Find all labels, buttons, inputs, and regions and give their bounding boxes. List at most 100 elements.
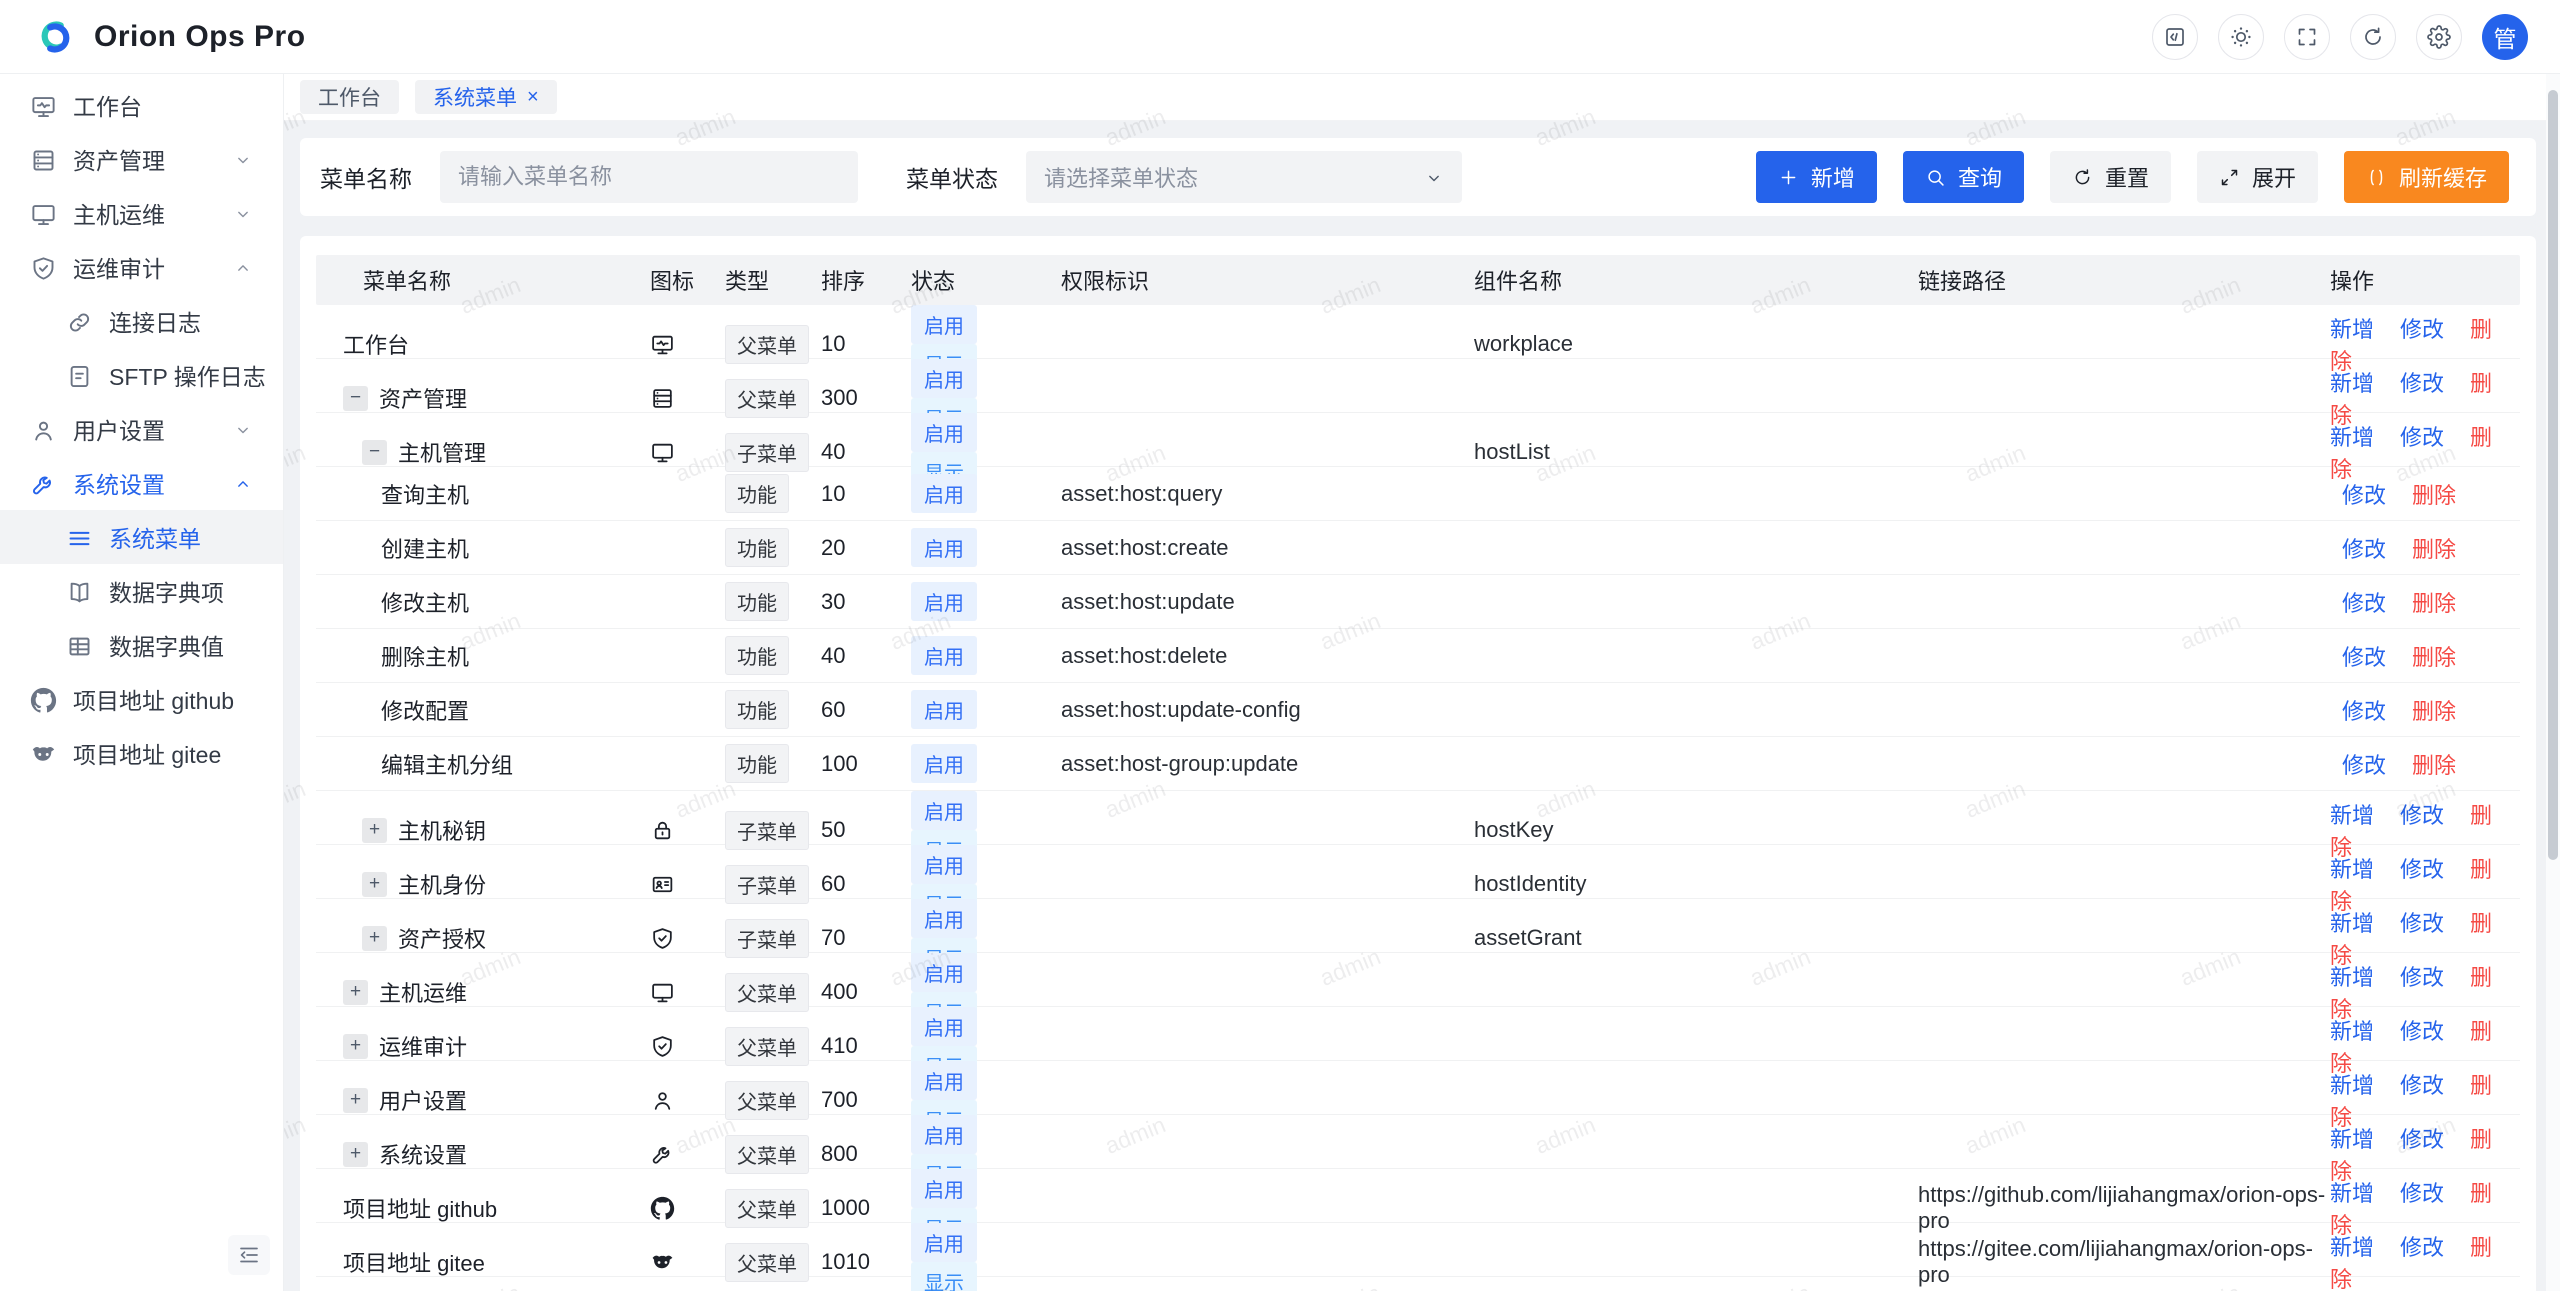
sidebar-item[interactable]: SFTP 操作日志 <box>0 348 283 402</box>
expand-row-toggle[interactable]: + <box>362 818 387 843</box>
query-button[interactable]: 查询 <box>1903 151 2024 203</box>
edit-link[interactable]: 修改 <box>2342 591 2386 616</box>
menu-name-input[interactable] <box>440 151 858 203</box>
expand-row-toggle[interactable]: + <box>343 1142 368 1167</box>
status-badge: 启用 <box>911 744 977 783</box>
edit-link[interactable]: 修改 <box>2400 425 2444 450</box>
delete-link[interactable]: 删除 <box>2412 483 2456 508</box>
expand-row-toggle[interactable]: + <box>362 872 387 897</box>
refresh-page-button[interactable] <box>2350 14 2396 60</box>
type-tag: 父菜单 <box>725 1135 809 1174</box>
reload-icon <box>2361 25 2385 49</box>
status-badge: 启用 <box>911 690 977 729</box>
edit-link[interactable]: 修改 <box>2342 699 2386 724</box>
add-link[interactable]: 新增 <box>2330 1019 2374 1044</box>
type-tag: 父菜单 <box>725 379 809 418</box>
fullscreen-button[interactable] <box>2284 14 2330 60</box>
add-link[interactable]: 新增 <box>2330 425 2374 450</box>
edit-link[interactable]: 修改 <box>2342 645 2386 670</box>
edit-link[interactable]: 修改 <box>2400 1127 2444 1152</box>
table-row: 工作台父菜单10启用显示workplace新增修改删除 <box>316 305 2520 359</box>
edit-link[interactable]: 修改 <box>2400 965 2444 990</box>
collapse-sidebar-button[interactable] <box>228 1235 270 1275</box>
refresh-cache-button[interactable]: 刷新缓存 <box>2344 151 2509 203</box>
add-link[interactable]: 新增 <box>2330 1181 2374 1206</box>
sidebar-item[interactable]: 系统设置 <box>0 456 283 510</box>
edit-link[interactable]: 修改 <box>2400 371 2444 396</box>
sidebar-item[interactable]: 主机运维 <box>0 186 283 240</box>
sidebar-item[interactable]: 连接日志 <box>0 294 283 348</box>
user-avatar[interactable]: 管 <box>2482 14 2528 60</box>
scrollbar-thumb[interactable] <box>2548 90 2558 860</box>
edit-link[interactable]: 修改 <box>2400 803 2444 828</box>
menu-name-cell: −资产管理 <box>316 382 650 414</box>
add-link[interactable]: 新增 <box>2330 317 2374 342</box>
add-link[interactable]: 新增 <box>2330 1235 2374 1260</box>
edit-link[interactable]: 修改 <box>2342 483 2386 508</box>
edit-link[interactable]: 修改 <box>2400 1181 2444 1206</box>
delete-link[interactable]: 删除 <box>2412 591 2456 616</box>
reset-button[interactable]: 重置 <box>2050 151 2171 203</box>
collapse-row-toggle[interactable]: − <box>343 386 368 411</box>
close-icon[interactable]: × <box>527 87 539 107</box>
sidebar-item[interactable]: 项目地址 github <box>0 672 283 726</box>
sidebar-item[interactable]: 项目地址 gitee <box>0 726 283 780</box>
theme-toggle-button[interactable] <box>2218 14 2264 60</box>
menu-status-placeholder: 请选择菜单状态 <box>1044 161 1198 193</box>
main-content: 工作台系统菜单× 菜单名称 菜单状态 请选择菜单状态 新增查询重置展开刷新缓存 … <box>284 74 2560 1291</box>
edit-link[interactable]: 修改 <box>2342 753 2386 778</box>
tab-active[interactable]: 系统菜单× <box>415 80 557 114</box>
add-link[interactable]: 新增 <box>2330 371 2374 396</box>
sidebar-item[interactable]: 系统菜单 <box>0 510 283 564</box>
sidebar-item-icon <box>30 254 57 281</box>
delete-link[interactable]: 删除 <box>2412 537 2456 562</box>
menu-name-label: 菜单名称 <box>320 160 412 194</box>
sidebar-item[interactable]: 用户设置 <box>0 402 283 456</box>
edit-link[interactable]: 修改 <box>2400 1235 2444 1260</box>
add-link[interactable]: 新增 <box>2330 857 2374 882</box>
shield-check-icon <box>650 926 675 951</box>
expand-row-toggle[interactable]: + <box>343 1034 368 1059</box>
delete-link[interactable]: 删除 <box>2412 753 2456 778</box>
sidebar-item[interactable]: 工作台 <box>0 78 283 132</box>
menu-type-cell: 父菜单 <box>725 1243 821 1282</box>
scrollbar[interactable] <box>2546 74 2560 1291</box>
edit-link[interactable]: 修改 <box>2342 537 2386 562</box>
sidebar-item[interactable]: 运维审计 <box>0 240 283 294</box>
tab-item[interactable]: 工作台 <box>300 80 399 114</box>
table-row: +系统设置父菜单800启用显示新增修改删除 <box>316 1115 2520 1169</box>
delete-link[interactable]: 删除 <box>2412 699 2456 724</box>
sidebar-item[interactable]: 数据字典项 <box>0 564 283 618</box>
edit-link[interactable]: 修改 <box>2400 911 2444 936</box>
edit-link[interactable]: 修改 <box>2400 1073 2444 1098</box>
operations-cell: 新增修改删除 <box>2330 1230 2520 1291</box>
expand-row-toggle[interactable]: + <box>362 926 387 951</box>
expand-row-toggle[interactable]: + <box>343 980 368 1005</box>
type-tag: 父菜单 <box>725 1027 809 1066</box>
expand-row-toggle[interactable]: + <box>343 1088 368 1113</box>
expand-button[interactable]: 展开 <box>2197 151 2318 203</box>
delete-link[interactable]: 删除 <box>2412 645 2456 670</box>
sidebar-item[interactable]: 数据字典值 <box>0 618 283 672</box>
sidebar-item[interactable]: 资产管理 <box>0 132 283 186</box>
add-link[interactable]: 新增 <box>2330 1073 2374 1098</box>
add-link[interactable]: 新增 <box>2330 965 2374 990</box>
add-link[interactable]: 新增 <box>2330 1127 2374 1152</box>
add-link[interactable]: 新增 <box>2330 911 2374 936</box>
chevron-up-icon <box>233 474 253 494</box>
menu-name: 主机运维 <box>379 976 467 1008</box>
edit-link[interactable]: 修改 <box>2400 317 2444 342</box>
table-row: +主机运维父菜单400启用显示新增修改删除 <box>316 953 2520 1007</box>
edit-link[interactable]: 修改 <box>2400 1019 2444 1044</box>
collapse-row-toggle[interactable]: − <box>362 440 387 465</box>
sidebar-item-icon <box>30 470 57 497</box>
add-link[interactable]: 新增 <box>2330 803 2374 828</box>
sidebar-item-icon <box>66 632 93 659</box>
add-button[interactable]: 新增 <box>1756 151 1877 203</box>
sort-cell: 60 <box>821 871 911 897</box>
settings-button[interactable] <box>2416 14 2462 60</box>
edit-link[interactable]: 修改 <box>2400 857 2444 882</box>
menu-status-select[interactable]: 请选择菜单状态 <box>1026 151 1462 203</box>
api-button[interactable] <box>2152 14 2198 60</box>
type-tag: 功能 <box>725 528 789 567</box>
